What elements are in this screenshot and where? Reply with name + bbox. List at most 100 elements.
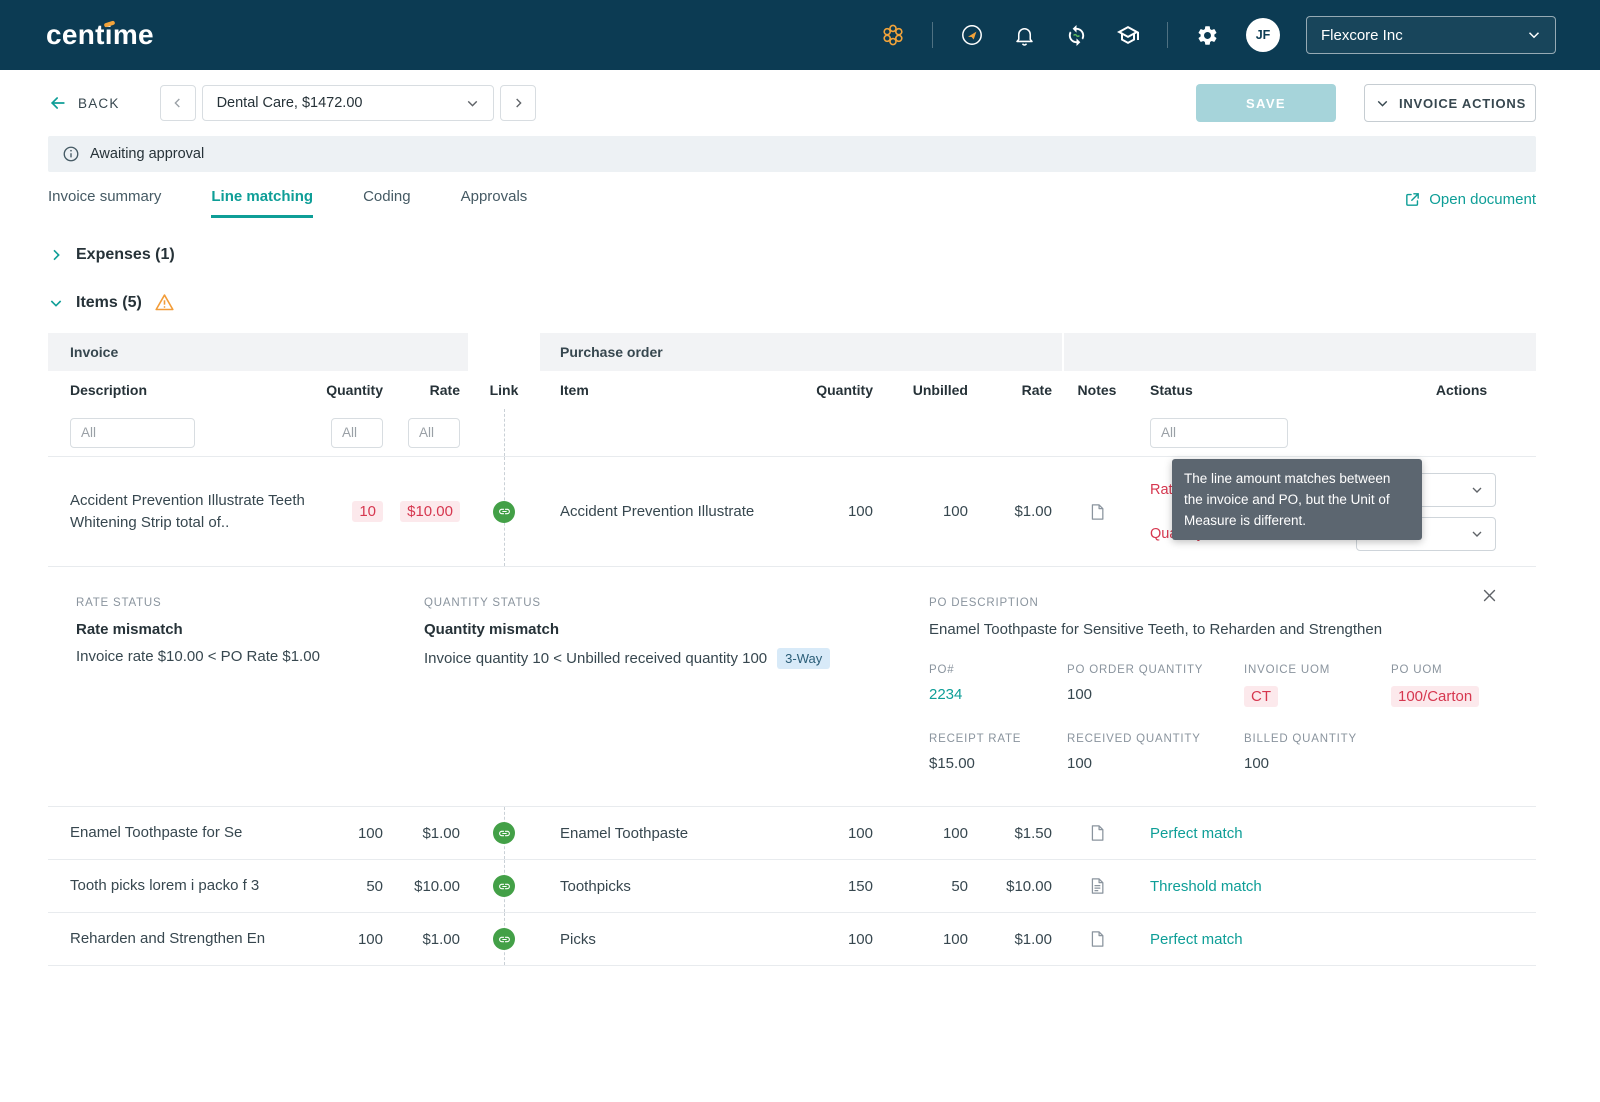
chevron-right-icon [48, 247, 64, 263]
quantity-status-label: QUANTITY STATUS [424, 597, 541, 609]
invoice-selector-value: Dental Care, $1472.00 [216, 95, 363, 111]
tab-approvals[interactable]: Approvals [461, 188, 528, 218]
note-icon[interactable] [1087, 823, 1107, 843]
invoice-pager: Dental Care, $1472.00 [159, 85, 536, 121]
group-header-gap [468, 333, 540, 371]
banner-text: Awaiting approval [90, 146, 205, 162]
invoice-rate: $1.00 [422, 824, 460, 842]
invoice-line-description: Accident Prevention Illustrate Teeth Whi… [70, 491, 305, 531]
table-group-header: Invoice Purchase order [48, 333, 1536, 371]
column-header-po-quantity: Quantity [816, 382, 873, 398]
back-button[interactable]: BACK [48, 93, 120, 113]
po-item-name: Accident Prevention Illustrate [560, 503, 755, 520]
invoice-rate: $1.00 [422, 930, 460, 948]
match-status: Perfect match [1150, 930, 1243, 948]
po-item-name: Enamel Toothpaste [560, 824, 689, 842]
next-invoice-button[interactable] [499, 85, 536, 121]
invoice-line-description: Reharden and Strengthen En [70, 930, 266, 947]
column-header-po-rate: Rate [1021, 382, 1052, 398]
toolbar-right: SAVE INVOICE ACTIONS [1196, 84, 1536, 122]
po-rate: $10.00 [1006, 877, 1052, 895]
quantity-status-detail: Invoice quantity 10 < Unbilled received … [424, 648, 929, 669]
previous-invoice-button[interactable] [159, 85, 196, 121]
tab-coding[interactable]: Coding [363, 188, 411, 218]
po-unbilled: 100 [942, 930, 968, 948]
note-icon[interactable] [1087, 929, 1107, 949]
send-circle-icon[interactable] [959, 22, 985, 48]
header-divider [932, 22, 933, 48]
match-status: Perfect match [1150, 824, 1243, 842]
education-cap-icon[interactable] [1115, 22, 1141, 48]
link-icon[interactable] [493, 928, 515, 950]
invoice-actions-button[interactable]: INVOICE ACTIONS [1364, 84, 1536, 122]
po-rate: $1.50 [1014, 824, 1052, 842]
group-header-right [1064, 333, 1536, 371]
rate-status-block: RATE STATUS Rate mismatch Invoice rate $… [76, 597, 424, 772]
rate-filter-input[interactable] [408, 417, 460, 448]
table-column-headers: Description Quantity Rate Link Item Quan… [48, 371, 1536, 409]
rate-status-detail: Invoice rate $10.00 < PO Rate $1.00 [76, 648, 320, 665]
po-details-block: PO DESCRIPTION Enamel Toothpaste for Sen… [929, 597, 1508, 772]
note-with-content-icon[interactable] [1087, 876, 1107, 896]
avatar-initials: JF [1255, 28, 1271, 42]
po-item-name: Toothpicks [560, 877, 631, 895]
company-selector[interactable]: Flexcore Inc [1306, 16, 1556, 54]
po-quantity: 100 [847, 824, 873, 842]
link-icon[interactable] [493, 822, 515, 844]
column-header-unbilled: Unbilled [912, 382, 968, 398]
invoice-selector[interactable]: Dental Care, $1472.00 [201, 85, 494, 121]
close-icon[interactable] [1481, 587, 1498, 604]
po-number-field: PO# 2234 [929, 664, 1067, 707]
chevron-down-icon [1472, 531, 1482, 537]
notifications-bell-icon[interactable] [1011, 22, 1037, 48]
open-document-label: Open document [1429, 191, 1536, 208]
expenses-section-label: Expenses (1) [76, 246, 175, 263]
centime-logo[interactable]: centime [46, 19, 154, 51]
invoice-actions-label: INVOICE ACTIONS [1398, 95, 1527, 111]
receipt-rate-field: RECEIPT RATE $15.00 [929, 733, 1022, 772]
table-row: Tooth picks lorem i packo f 3 50 $10.00 … [48, 860, 1536, 913]
header-actions: JF Flexcore Inc [880, 16, 1556, 54]
rewards-flower-icon[interactable] [880, 22, 906, 48]
po-uom-error: 100/Carton [1391, 686, 1480, 707]
header-divider [1167, 22, 1168, 48]
column-header-notes: Notes [1077, 382, 1117, 398]
items-section-label: Items (5) [76, 293, 142, 311]
invoice-uom-field: INVOICE UOM CT [1244, 664, 1331, 707]
po-quantity: 100 [847, 930, 873, 948]
awaiting-approval-banner: Awaiting approval [48, 136, 1536, 172]
avatar[interactable]: JF [1246, 18, 1280, 52]
warning-icon [155, 294, 174, 311]
invoice-group-header: Invoice [48, 333, 468, 371]
table-row: Enamel Toothpaste for Se 100 $1.00 Ename… [48, 807, 1536, 860]
sync-icon[interactable] [1063, 22, 1089, 48]
invoice-quantity-error: 10 [352, 501, 383, 522]
note-icon[interactable] [1087, 502, 1107, 522]
invoice-quantity: 100 [357, 930, 383, 948]
expenses-section-toggle[interactable]: Expenses (1) [48, 246, 1536, 264]
toolbar: BACK Dental Care, $1472.00 SAVE INVOICE … [48, 84, 1536, 122]
link-icon[interactable] [493, 500, 515, 523]
items-section-toggle[interactable]: Items (5) [48, 292, 1536, 313]
rate-status-title: Rate mismatch [76, 621, 183, 638]
po-description-value: Enamel Toothpaste for Sensitive Teeth, t… [929, 621, 1383, 638]
billed-quantity-field: BILLED QUANTITY 100 [1244, 733, 1357, 772]
quantity-filter-input[interactable] [331, 417, 383, 448]
company-name: Flexcore Inc [1321, 26, 1403, 44]
three-way-badge: 3-Way [777, 648, 831, 669]
save-button[interactable]: SAVE [1196, 84, 1336, 122]
invoice-quantity: 100 [357, 824, 383, 842]
po-rate: $1.00 [1014, 503, 1052, 520]
settings-gear-icon[interactable] [1194, 22, 1220, 48]
link-icon[interactable] [493, 875, 515, 897]
tab-invoice-summary[interactable]: Invoice summary [48, 188, 161, 218]
po-number-link[interactable]: 2234 [929, 686, 1067, 703]
status-filter-input[interactable] [1150, 417, 1288, 448]
po-item-name: Picks [560, 930, 596, 948]
back-label: BACK [78, 95, 120, 111]
chevron-down-icon [467, 100, 477, 107]
open-document-link[interactable]: Open document [1404, 191, 1536, 218]
tab-line-matching[interactable]: Line matching [211, 188, 314, 218]
description-filter-input[interactable] [70, 417, 195, 448]
invoice-uom-error: CT [1244, 686, 1278, 707]
